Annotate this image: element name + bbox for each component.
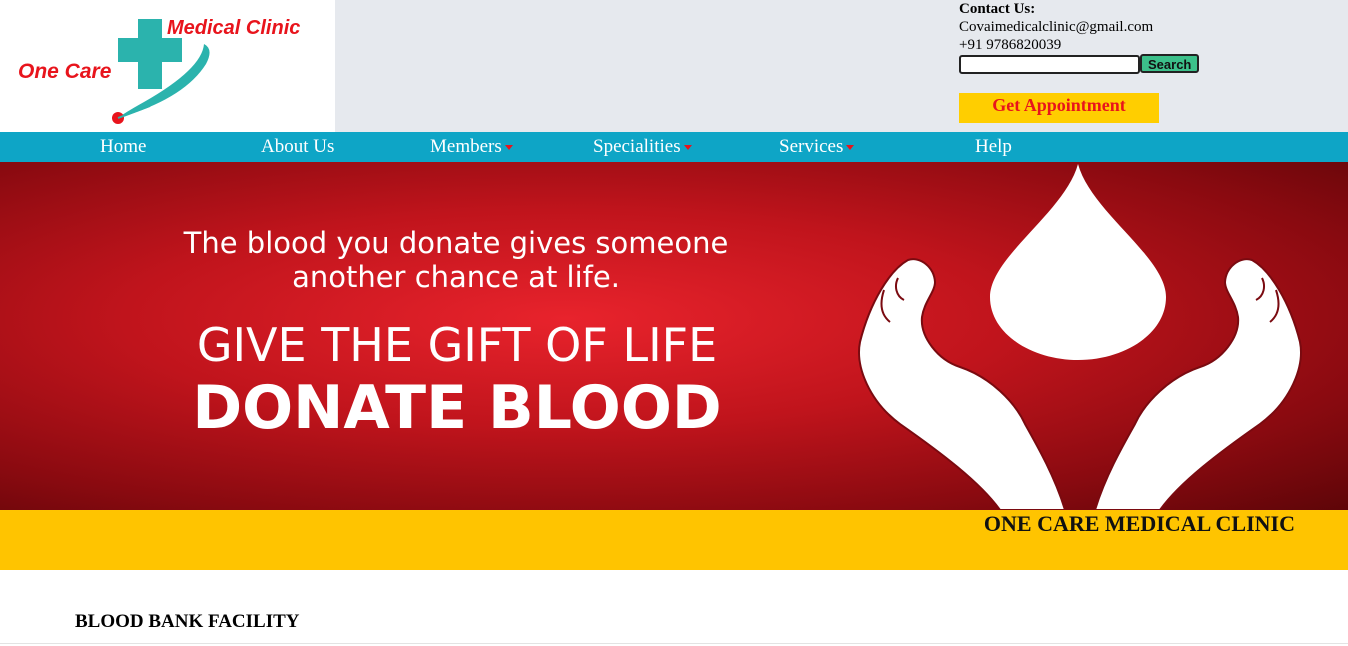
clinic-name: ONE CARE MEDICAL CLINIC [983, 511, 1295, 536]
banner-tagline-line1: The blood you donate gives someone [183, 226, 729, 260]
logo[interactable]: Medical Clinic One Care [0, 0, 335, 132]
caret-down-icon [846, 145, 855, 151]
hands-holding-blood-drop-icon [858, 164, 1302, 510]
nav-item-members[interactable]: Members [430, 136, 513, 158]
nav-item-label: Specialities [593, 136, 681, 157]
contact-phone: +91 9786820039 [959, 37, 1062, 53]
logo-onecare-text: One Care [18, 60, 112, 83]
clinic-name-band: ONE CARE MEDICAL CLINIC [0, 510, 1348, 570]
divider [0, 643, 1348, 644]
caret-down-icon [504, 145, 513, 151]
search-input[interactable] [959, 55, 1140, 74]
nav-item-label: Members [430, 136, 502, 157]
banner-tagline-line2: another chance at life. [292, 260, 620, 294]
nav-item-specialities[interactable]: Specialities [593, 136, 692, 158]
main-nav: Home About Us Members Specialities Servi… [0, 132, 1348, 162]
nav-item-home[interactable]: Home [100, 136, 146, 158]
contact-title: Contact Us: [959, 1, 1036, 17]
nav-item-help[interactable]: Help [975, 136, 1012, 158]
nav-item-label: About Us [261, 136, 335, 157]
nav-item-about-us[interactable]: About Us [261, 136, 334, 158]
nav-item-services[interactable]: Services [779, 136, 855, 158]
search-button[interactable]: Search [1140, 54, 1199, 73]
section-title: BLOOD BANK FACILITY [75, 611, 300, 632]
site-header: Medical Clinic One Care Contact Us: Cova… [0, 0, 1348, 132]
hero-banner: The blood you donate gives someone anoth… [0, 162, 1348, 510]
caret-down-icon [683, 145, 692, 151]
contact-block: Contact Us: Covaimedicalclinic@gmail.com… [959, 0, 1153, 54]
get-appointment-button[interactable]: Get Appointment [959, 93, 1159, 123]
nav-item-label: Home [100, 136, 147, 157]
banner-subheadline: DONATE BLOOD [192, 373, 722, 443]
nav-item-label: Services [779, 136, 844, 157]
contact-email[interactable]: Covaimedicalclinic@gmail.com [959, 18, 1153, 36]
logo-medical-text: Medical Clinic [167, 17, 301, 39]
nav-item-label: Help [975, 136, 1012, 157]
banner-headline: GIVE THE GIFT OF LIFE [196, 318, 718, 372]
